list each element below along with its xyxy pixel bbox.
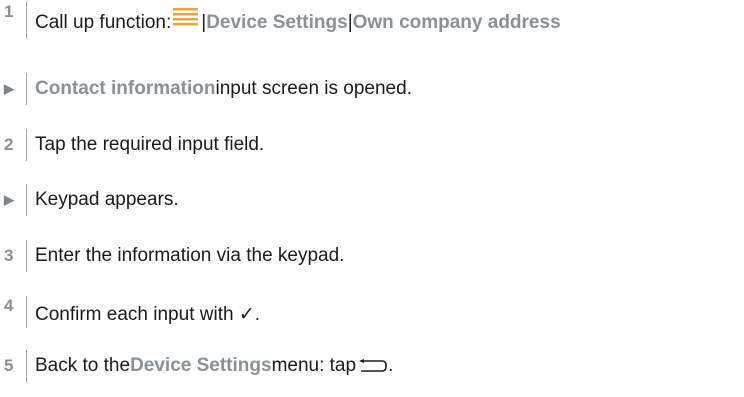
result-1: ▶ Contact information input screen is op…: [0, 73, 412, 105]
step-5: 5 Back to the Device Settings menu: tap …: [0, 350, 393, 382]
result-text: Contact information input screen is open…: [35, 78, 412, 100]
menu-name-device-settings: Device Settings: [130, 355, 272, 376]
step-number: 4: [4, 296, 14, 315]
result-2: ▶ Keypad appears.: [0, 184, 179, 216]
step-divider: [26, 240, 27, 272]
result-marker: ▶: [4, 81, 14, 96]
screen-name-contact-information: Contact information: [35, 78, 216, 99]
punctuation: .: [388, 355, 394, 376]
result-marker: ▶: [4, 192, 14, 207]
result-text: Keypad appears.: [35, 189, 179, 210]
step-text: Tap the required input field.: [35, 134, 265, 155]
result-description: input screen is opened.: [215, 78, 412, 99]
menu-path-device-settings: Device Settings: [206, 12, 348, 33]
step-divider: [26, 73, 27, 105]
step-text: Call up function: | Device Settings | Ow…: [35, 8, 561, 34]
step-text: Confirm each input with ✓.: [35, 304, 261, 325]
step-text: Back to the Device Settings menu: tap .: [35, 355, 393, 377]
step-number: 1: [4, 2, 14, 21]
step-2: 2 Tap the required input field.: [0, 129, 264, 161]
step-text: Enter the information via the keypad.: [35, 245, 345, 266]
instruction-text: Back to the: [35, 355, 131, 376]
menu-icon: [173, 6, 199, 28]
step-1: 1 Call up function: | Device Settings | …: [0, 2, 561, 38]
step-divider: [26, 184, 27, 216]
step-4: 4 Confirm each input with ✓.: [0, 296, 260, 328]
step-divider: [26, 2, 27, 38]
step-divider: [26, 296, 27, 328]
step-number: 2: [4, 135, 14, 154]
step-divider: [26, 350, 27, 382]
step-number: 3: [4, 246, 14, 265]
instruction-text: Call up function:: [35, 12, 172, 33]
instruction-text: menu: tap: [271, 355, 357, 376]
step-3: 3 Enter the information via the keypad.: [0, 240, 344, 272]
menu-path-own-company-address: Own company address: [352, 12, 561, 33]
step-number: 5: [4, 356, 14, 375]
step-divider: [26, 129, 27, 161]
back-arrow-icon: [358, 357, 388, 372]
